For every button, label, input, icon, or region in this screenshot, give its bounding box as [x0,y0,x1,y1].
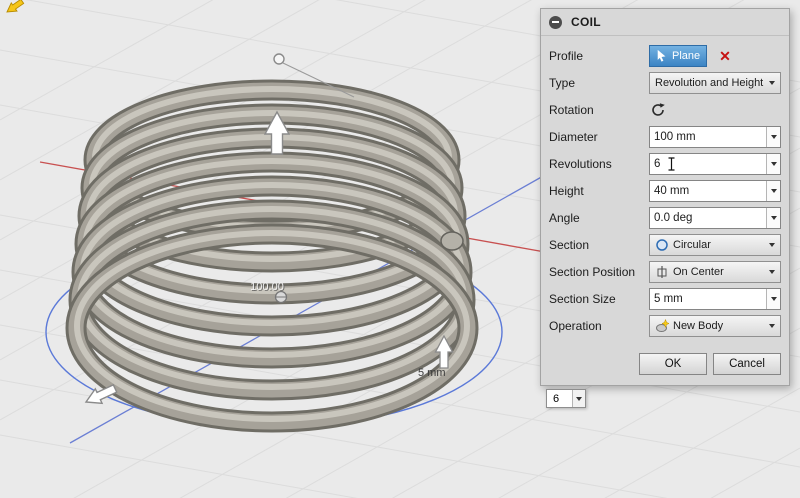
row-operation: Operation New Body [549,312,781,339]
diameter-label: Diameter [549,129,598,144]
diameter-value[interactable]: 100 mm [650,127,766,147]
operation-dropdown[interactable]: New Body [649,314,781,337]
rotation-label: Rotation [549,102,594,117]
chevron-down-icon [576,396,582,401]
diameter-dimension-label[interactable]: 100.00 [250,281,284,293]
row-rotation: Rotation [549,96,781,123]
text-cursor-icon [668,156,675,171]
circular-section-icon [656,238,668,251]
clear-selection-icon[interactable]: ✕ [719,49,731,63]
type-dropdown[interactable]: Revolution and Height [649,71,781,94]
profile-label: Profile [549,48,584,63]
height-input[interactable]: 40 mm [649,179,781,202]
row-section-size: Section Size 5 mm [549,285,781,312]
row-diameter: Diameter 100 mm [549,123,781,150]
section-size-input[interactable]: 5 mm [649,287,781,310]
fusion-viewport-window: 100.00 100.00 5 mm COIL Profile Plane ✕ … [0,0,800,498]
section-label: Section [549,237,590,252]
dialog-rows: Profile Plane ✕ Type Revolution and Heig… [541,36,789,339]
row-type: Type Revolution and Height [549,69,781,96]
angle-input[interactable]: 0.0 deg [649,206,781,229]
section-size-label: Section Size [549,291,616,306]
operation-label: Operation [549,318,602,333]
height-handle-circle[interactable] [273,53,285,65]
pointer-icon [657,49,666,62]
chevron-down-icon [769,323,775,328]
chevron-down-icon [770,161,777,166]
chevron-down-icon [770,134,777,139]
revolutions-label: Revolutions [549,156,612,171]
ok-button[interactable]: OK [639,353,707,375]
height-label: Height [549,183,584,198]
revolutions-input[interactable]: 6 [649,152,781,175]
angle-label: Angle [549,210,580,225]
row-height: Height 40 mm [549,177,781,204]
row-angle: Angle 0.0 deg [549,204,781,231]
height-value[interactable]: 40 mm [650,181,766,201]
profile-chip-label: Plane [672,49,701,62]
operation-value: New Body [673,319,724,332]
section-position-label: Section Position [549,264,636,279]
section-position-value: On Center [673,265,724,278]
coil-tube-end [440,231,464,251]
yellow-arrow-icon [6,0,25,13]
diameter-input[interactable]: 100 mm [649,125,781,148]
manipulator-spinner-value[interactable]: 6 [547,390,572,407]
new-body-icon [656,318,669,332]
section-dropdown[interactable]: Circular [649,233,781,256]
section-value: Circular [673,238,711,251]
manipulator-spinner-dropdown[interactable] [572,390,585,407]
dialog-buttons: OK Cancel [541,339,789,385]
manipulator-value-spinner[interactable]: 6 [546,389,586,408]
chevron-down-icon [770,215,777,220]
angle-value[interactable]: 0.0 deg [650,208,766,228]
row-profile: Profile Plane ✕ [549,42,781,69]
chevron-down-icon [770,188,777,193]
chevron-down-icon [769,80,775,85]
section-size-value[interactable]: 5 mm [650,289,766,309]
row-section-position: Section Position On Center [549,258,781,285]
section-size-spinner[interactable] [766,288,780,309]
height-spinner[interactable] [766,180,780,201]
revolutions-value[interactable]: 6 [654,155,660,173]
coil-dialog-header[interactable]: COIL [541,9,789,36]
chevron-down-icon [770,296,777,301]
chevron-down-icon [769,242,775,247]
revolutions-spinner[interactable] [766,153,780,174]
cancel-button[interactable]: Cancel [713,353,781,375]
type-value: Revolution and Height [655,76,764,89]
section-size-label[interactable]: 5 mm [418,367,446,379]
type-label: Type [549,75,576,90]
dialog-title: COIL [571,15,601,29]
angle-spinner[interactable] [766,207,780,228]
row-revolutions: Revolutions 6 [549,150,781,177]
row-section: Section Circular [549,231,781,258]
chevron-down-icon [769,269,775,274]
collapse-icon[interactable] [549,15,562,29]
coil-dialog: COIL Profile Plane ✕ Type Revolution and… [540,8,790,386]
diameter-spinner[interactable] [766,126,780,147]
on-center-icon [657,265,667,278]
section-position-dropdown[interactable]: On Center [649,260,781,283]
profile-selection-button[interactable]: Plane [649,44,708,67]
rotation-direction-icon[interactable] [649,101,667,119]
